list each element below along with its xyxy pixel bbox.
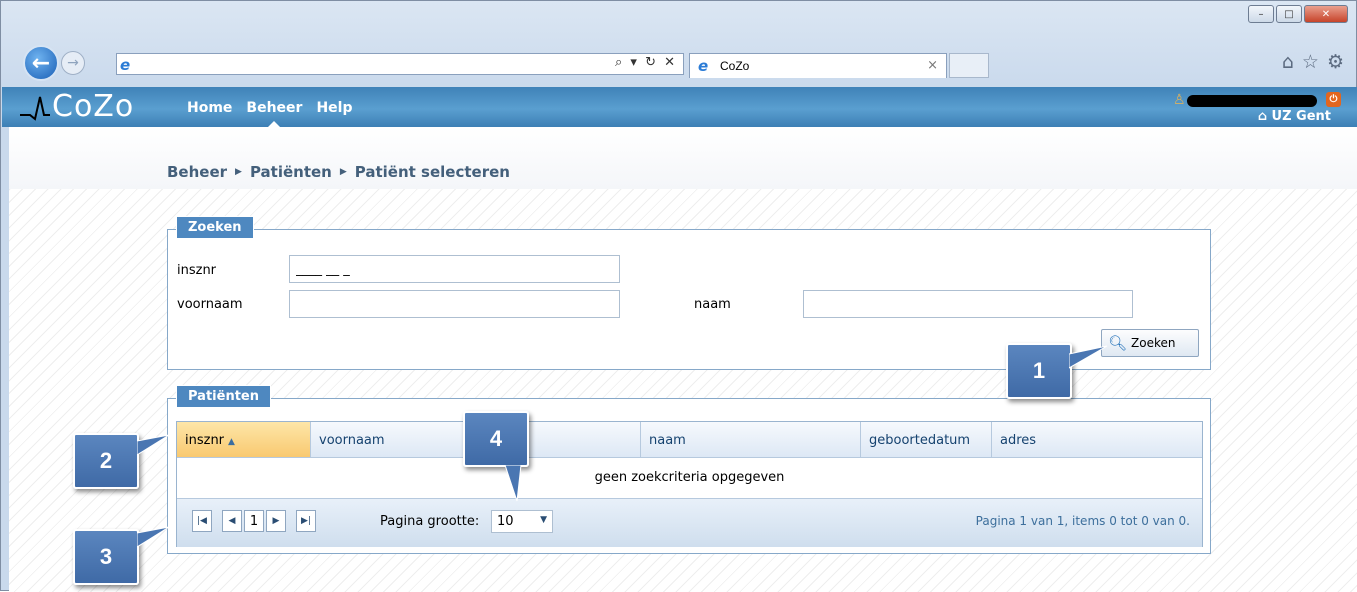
search-button[interactable]: 🔍︎ Zoeken <box>1101 329 1199 357</box>
callout-1: 1 <box>1006 343 1072 399</box>
callout-4-pointer <box>504 465 522 502</box>
last-page-button[interactable]: ▶| <box>296 510 316 532</box>
home-icon[interactable]: ⌂ <box>1282 51 1294 73</box>
insznr-label: insznr <box>177 263 217 278</box>
back-button[interactable]: ← <box>23 45 59 81</box>
column-label: adres <box>1000 433 1037 448</box>
empty-message: geen zoekcriteria opgegeven <box>177 458 1202 499</box>
logout-icon[interactable]: ⏻ <box>1326 92 1341 107</box>
window-controls: – □ ✕ <box>1248 5 1348 23</box>
chevron-down-icon: ▼ <box>540 515 547 525</box>
browser-tab[interactable]: e CoZo × <box>689 53 947 78</box>
app-header: CoZo Home Beheer Help ♙ ⏻ ⌂ UZ Gent <box>2 87 1357 129</box>
logo-text: CoZo <box>52 89 135 124</box>
tab-close-button[interactable]: × <box>927 58 938 73</box>
page-size-select[interactable]: 10 ▼ <box>491 510 553 533</box>
breadcrumb-item-current: Patiënt selecteren <box>354 163 510 181</box>
user-icon: ♙ <box>1173 92 1186 108</box>
user-name-redacted <box>1187 95 1317 107</box>
page-info: Pagina 1 van 1, items 0 tot 0 van 0. <box>975 514 1190 528</box>
previous-page-icon: ◀ <box>228 516 236 526</box>
heartbeat-icon <box>20 96 50 121</box>
callout-3: 3 <box>73 529 139 585</box>
main-nav: Home Beheer Help <box>187 100 353 129</box>
column-header-geboortedatum[interactable]: geboortedatum <box>861 422 992 457</box>
arrow-left-icon: ← <box>31 50 51 76</box>
naam-label: naam <box>694 297 731 312</box>
org-name-label: UZ Gent <box>1271 109 1331 124</box>
maximize-button[interactable]: □ <box>1276 5 1302 23</box>
nav-help[interactable]: Help <box>316 100 352 116</box>
callout-2-pointer <box>137 434 170 456</box>
column-header-adres[interactable]: adres <box>992 422 1202 457</box>
next-page-icon: ▶ <box>272 516 280 526</box>
breadcrumb-bar: Beheer ▶ Patiënten ▶ Patiënt selecteren <box>9 127 1357 189</box>
browser-toolbar-icons: ⌂ ☆ ⚙ <box>1282 51 1344 73</box>
breadcrumb-item-patienten[interactable]: Patiënten <box>250 163 332 181</box>
next-page-button[interactable]: ▶ <box>266 510 286 532</box>
close-window-button[interactable]: ✕ <box>1304 5 1348 23</box>
patients-grid: insznr ▲ voornaam naam geboortedatum adre… <box>176 421 1203 547</box>
logo[interactable]: CoZo <box>20 89 134 125</box>
callout-2: 2 <box>73 433 139 489</box>
results-panel: Patiënten insznr ▲ voornaam naam geboorte… <box>167 385 1211 554</box>
tab-title: CoZo <box>720 59 750 73</box>
page-number-button[interactable]: 1 <box>244 510 264 532</box>
star-icon[interactable]: ☆ <box>1302 51 1319 73</box>
breadcrumb: Beheer ▶ Patiënten ▶ Patiënt selecteren <box>167 163 510 181</box>
sort-ascending-icon: ▲ <box>228 437 235 447</box>
last-page-icon: ▶| <box>301 516 311 526</box>
callout-1-pointer <box>1069 345 1108 369</box>
voornaam-input[interactable] <box>289 290 620 318</box>
minimize-button[interactable]: – <box>1248 5 1274 23</box>
column-label: insznr <box>185 433 225 448</box>
search-panel-legend: Zoeken <box>176 216 254 239</box>
gear-icon[interactable]: ⚙ <box>1327 51 1344 73</box>
column-label: naam <box>649 433 686 448</box>
column-header-insznr[interactable]: insznr ▲ <box>177 422 311 457</box>
org-name[interactable]: ⌂ UZ Gent <box>1258 109 1331 124</box>
arrow-right-icon: → <box>67 55 79 71</box>
insznr-input[interactable] <box>289 255 620 283</box>
page-number: 1 <box>249 513 259 529</box>
ie-icon: e <box>698 57 709 75</box>
nav-home[interactable]: Home <box>187 100 232 116</box>
page-body: Beheer ▶ Patiënten ▶ Patiënt selecteren … <box>9 127 1357 592</box>
first-page-button[interactable]: |◀ <box>192 510 212 532</box>
chevron-right-icon: ▶ <box>339 167 347 177</box>
column-label: geboortedatum <box>869 433 971 448</box>
first-page-icon: |◀ <box>197 516 207 526</box>
search-icon: 🔍︎ <box>1108 334 1128 352</box>
forward-button[interactable]: → <box>61 51 85 75</box>
browser-window: – □ ✕ ← → e ⌕ ▾ ↻ ✕ e CoZo × ⌂ ☆ ⚙ CoZo … <box>0 0 1357 592</box>
breadcrumb-item-beheer[interactable]: Beheer <box>167 163 227 181</box>
new-tab-button[interactable] <box>949 53 989 78</box>
results-panel-legend: Patiënten <box>176 385 271 408</box>
chevron-right-icon: ▶ <box>235 167 242 177</box>
page-size-value: 10 <box>497 514 514 529</box>
column-header-naam[interactable]: naam <box>641 422 861 457</box>
voornaam-label: voornaam <box>177 297 243 312</box>
grid-header: insznr ▲ voornaam naam geboortedatum adre… <box>177 422 1202 458</box>
grid-pager: |◀ ◀ 1 ▶ ▶| Pagina grootte: 10 ▼ Pagina … <box>177 499 1202 547</box>
search-button-label: Zoeken <box>1131 336 1176 350</box>
ie-icon: e <box>120 56 131 74</box>
nav-beheer[interactable]: Beheer <box>246 100 302 129</box>
page-size-label: Pagina grootte: <box>380 514 480 529</box>
naam-input[interactable] <box>803 290 1133 318</box>
callout-4: 4 <box>463 411 529 467</box>
user-area: ♙ ⏻ ⌂ UZ Gent <box>1161 90 1341 124</box>
address-bar[interactable]: e ⌕ ▾ ↻ ✕ <box>116 53 684 75</box>
address-tools[interactable]: ⌕ ▾ ↻ ✕ <box>615 55 677 70</box>
callout-3-pointer <box>137 526 170 548</box>
previous-page-button[interactable]: ◀ <box>222 510 242 532</box>
column-label: voornaam <box>319 433 385 448</box>
